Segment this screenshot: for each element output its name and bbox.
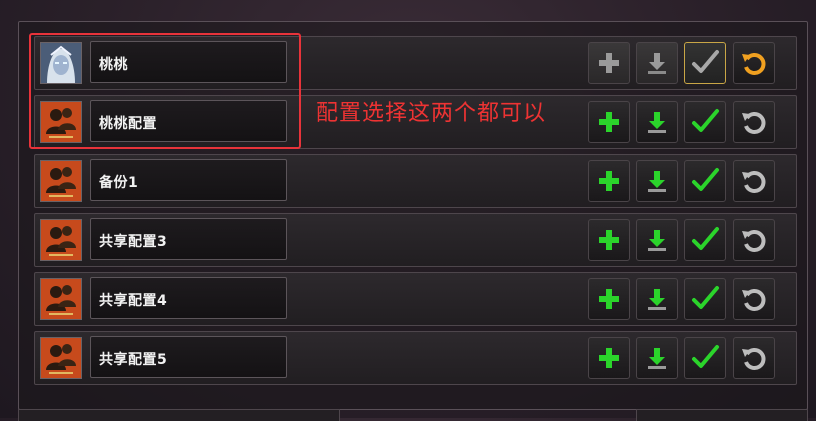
reset-profile-button[interactable] <box>733 160 775 202</box>
profile-name-field[interactable]: 共享配置3 <box>90 218 287 260</box>
footer-panel-left <box>18 409 340 421</box>
profile-row: 共享配置3 <box>34 213 797 267</box>
profile-name-field[interactable]: 备份1 <box>90 159 287 201</box>
plus-icon <box>599 289 619 309</box>
apply-profile-button[interactable] <box>684 160 726 202</box>
profile-name-label: 备份1 <box>99 175 139 191</box>
profile-name-label: 共享配置5 <box>99 352 168 368</box>
undo-icon <box>742 53 766 75</box>
apply-profile-button[interactable] <box>684 42 726 84</box>
download-icon <box>648 348 666 369</box>
add-profile-button[interactable] <box>588 337 630 379</box>
checkmark-icon <box>692 168 719 191</box>
profile-row: 共享配置4 <box>34 272 797 326</box>
undo-icon <box>742 348 766 370</box>
apply-profile-button[interactable] <box>684 278 726 320</box>
download-icon <box>648 289 666 310</box>
undo-icon <box>742 112 766 134</box>
checkmark-icon <box>692 50 719 73</box>
undo-icon <box>742 171 766 193</box>
plus-icon <box>599 348 619 368</box>
profile-row: 共享配置5 <box>34 331 797 385</box>
download-profile-button[interactable] <box>636 219 678 261</box>
annotation-text: 配置选择这两个都可以 <box>316 101 547 126</box>
download-profile-button[interactable] <box>636 278 678 320</box>
undo-icon <box>742 289 766 311</box>
download-profile-button[interactable] <box>636 42 678 84</box>
profile-name-label: 共享配置3 <box>99 234 168 250</box>
download-icon <box>648 171 666 192</box>
shared-profile-icon <box>40 278 82 320</box>
shared-profile-icon <box>40 160 82 202</box>
shared-profile-icon <box>40 219 82 261</box>
plus-icon <box>599 230 619 250</box>
download-icon <box>648 53 666 74</box>
download-profile-button[interactable] <box>636 160 678 202</box>
reset-profile-button[interactable] <box>733 42 775 84</box>
plus-icon <box>599 53 619 73</box>
checkmark-icon <box>692 345 719 368</box>
profile-name-label: 共享配置4 <box>99 293 168 309</box>
add-profile-button[interactable] <box>588 101 630 143</box>
reset-profile-button[interactable] <box>733 219 775 261</box>
reset-profile-button[interactable] <box>733 101 775 143</box>
profile-name-field[interactable]: 共享配置5 <box>90 336 287 378</box>
apply-profile-button[interactable] <box>684 101 726 143</box>
apply-profile-button[interactable] <box>684 219 726 261</box>
checkmark-icon <box>692 286 719 309</box>
add-profile-button[interactable] <box>588 278 630 320</box>
reset-profile-button[interactable] <box>733 278 775 320</box>
download-icon <box>648 112 666 133</box>
download-icon <box>648 230 666 251</box>
add-profile-button[interactable] <box>588 42 630 84</box>
add-profile-button[interactable] <box>588 219 630 261</box>
download-profile-button[interactable] <box>636 101 678 143</box>
apply-profile-button[interactable] <box>684 337 726 379</box>
profile-name-field[interactable]: 共享配置4 <box>90 277 287 319</box>
add-profile-button[interactable] <box>588 160 630 202</box>
annotation-highlight-box <box>29 33 301 149</box>
reset-profile-button[interactable] <box>733 337 775 379</box>
checkmark-icon <box>692 109 719 132</box>
plus-icon <box>599 171 619 191</box>
checkmark-icon <box>692 227 719 250</box>
footer-panel-right <box>636 409 808 421</box>
shared-profile-icon <box>40 337 82 379</box>
download-profile-button[interactable] <box>636 337 678 379</box>
undo-icon <box>742 230 766 252</box>
profile-row: 备份1 <box>34 154 797 208</box>
plus-icon <box>599 112 619 132</box>
